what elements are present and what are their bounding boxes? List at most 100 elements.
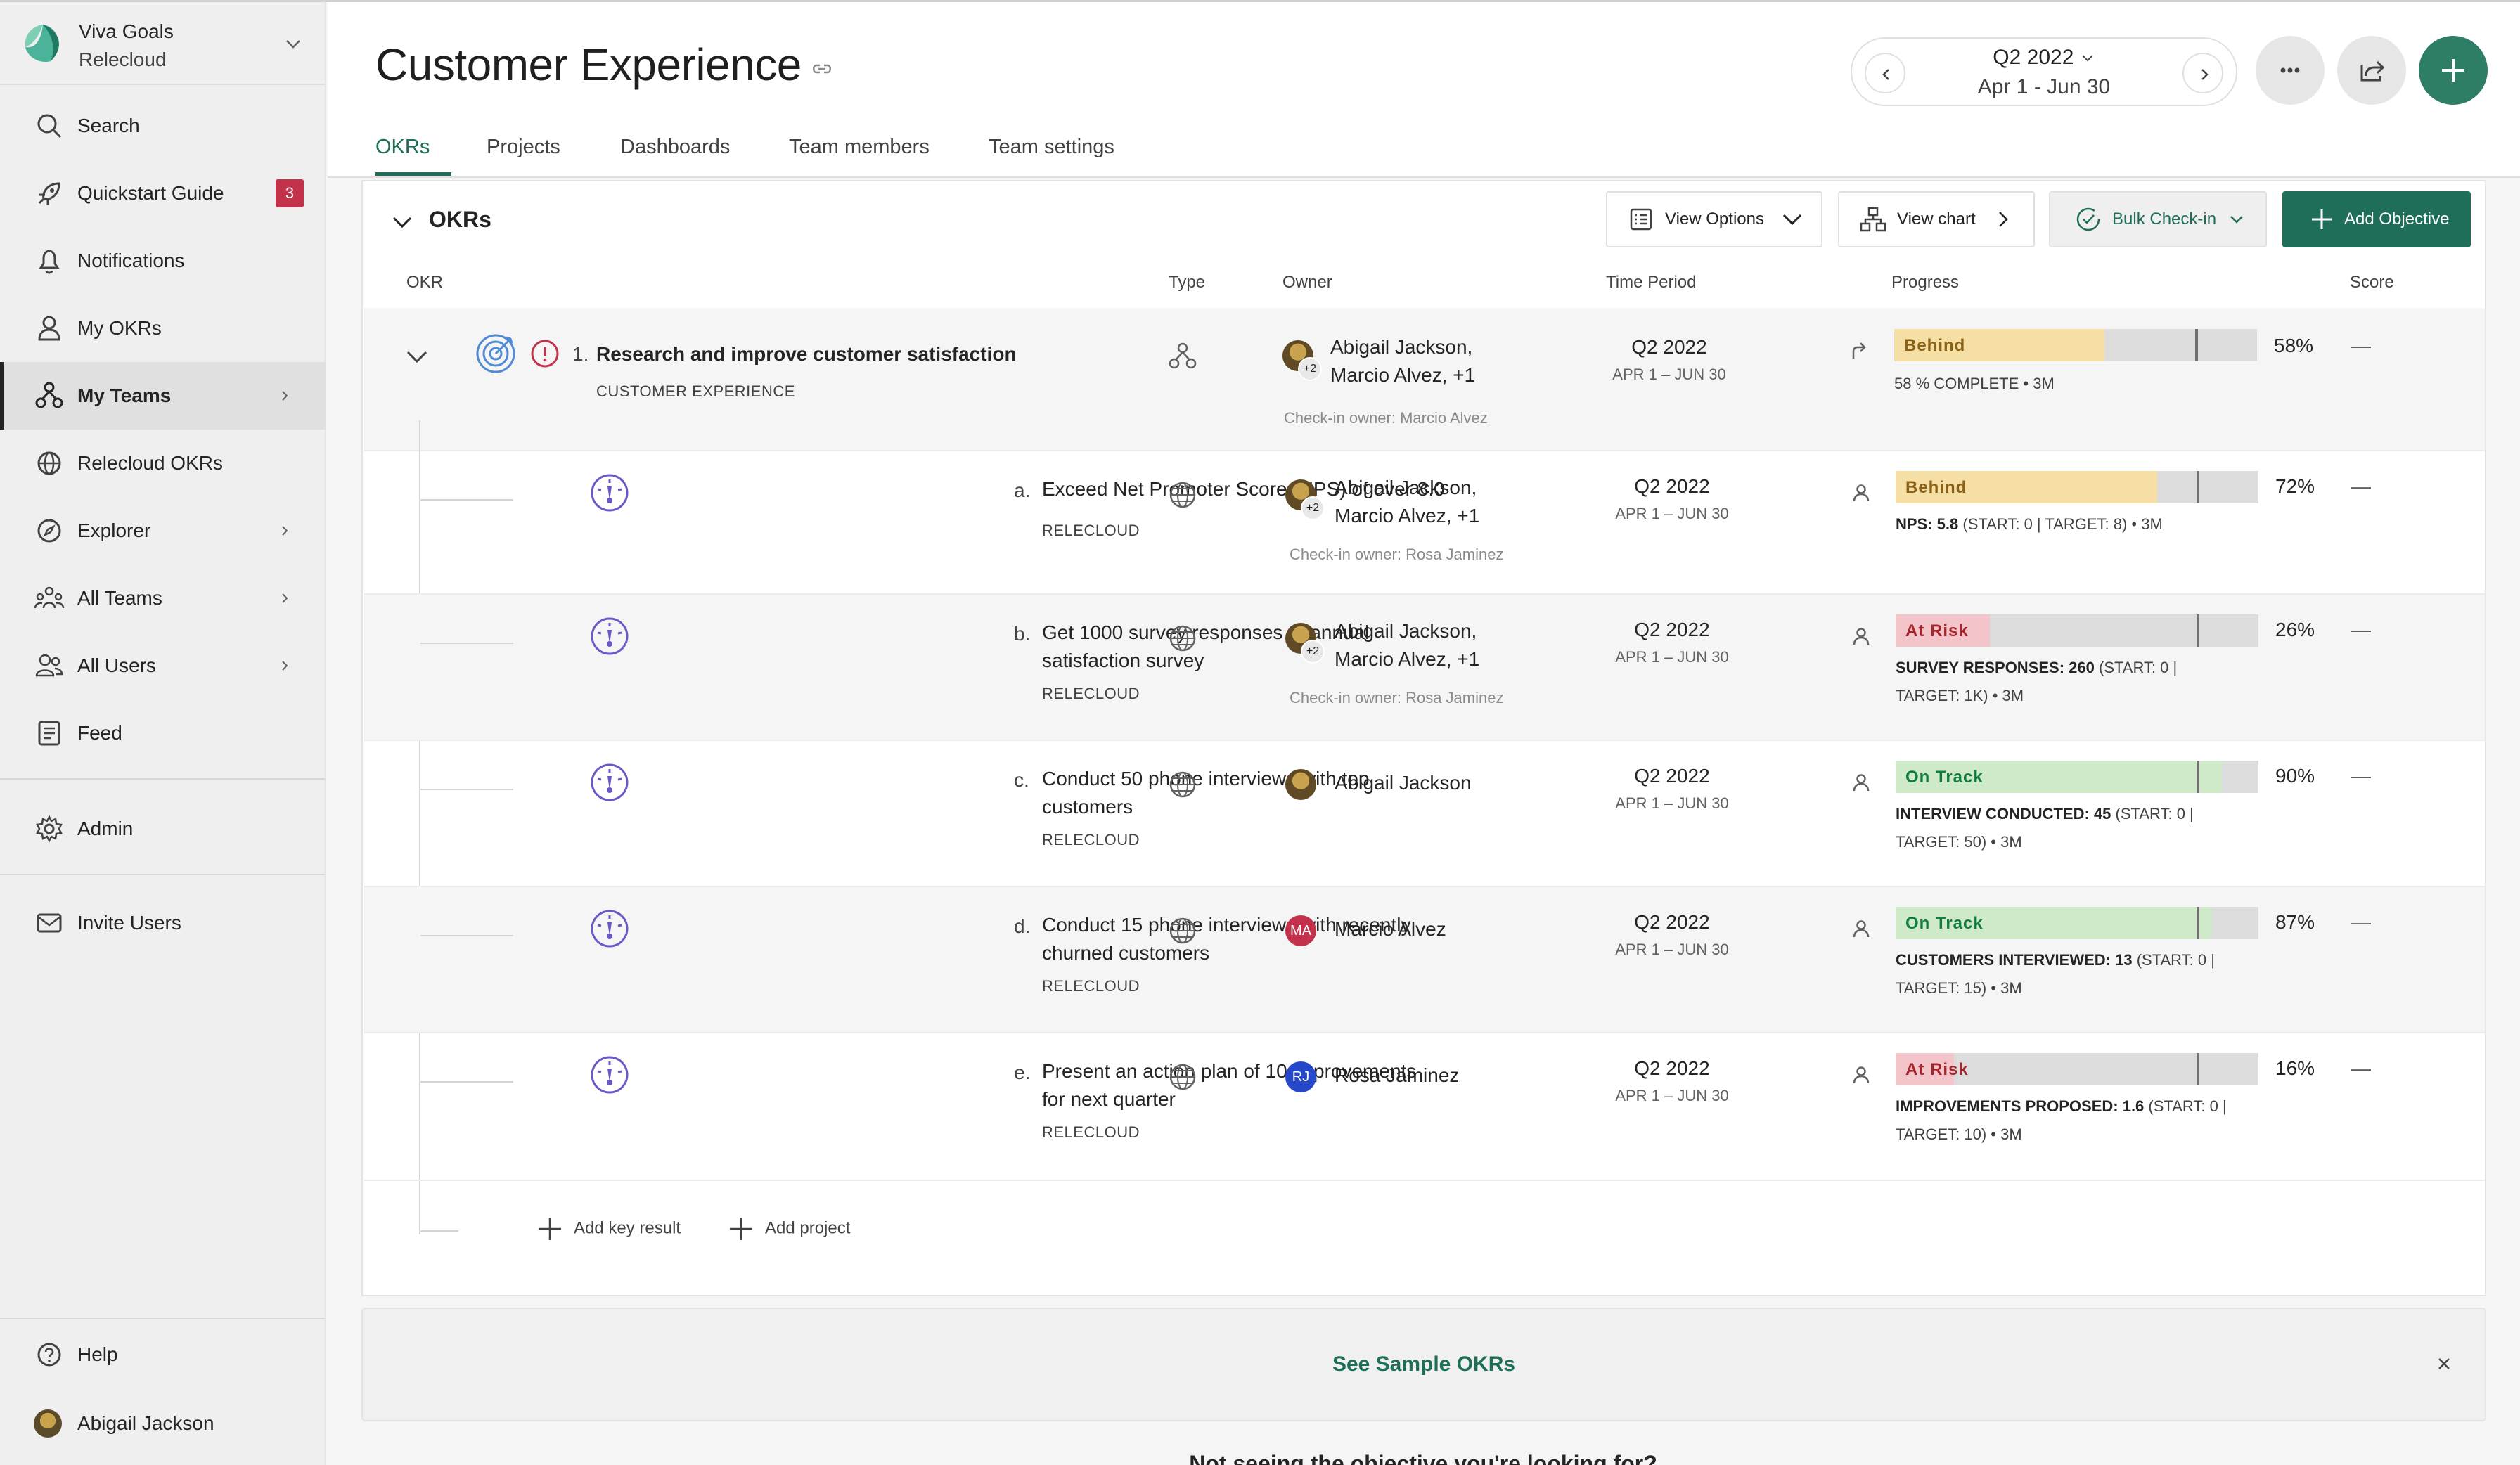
key-result-row[interactable]: b. Get 1000 survey responses to annual sat…	[364, 595, 2485, 741]
link-icon[interactable]	[810, 57, 834, 81]
progress-bar[interactable]: On Track	[1896, 761, 2258, 793]
list-options-icon	[1630, 208, 1652, 231]
notification-count-badge: 3	[276, 179, 304, 207]
owner-name[interactable]: Marcio Alvez	[1335, 915, 1446, 943]
progress-bar[interactable]: At Risk	[1896, 614, 2258, 647]
sidebar-item-feed[interactable]: Feed	[0, 699, 325, 767]
key-result-row[interactable]: c. Conduct 50 phone interviews with top cu…	[364, 741, 2485, 887]
sidebar-item-my-okrs[interactable]: My OKRs	[0, 295, 325, 362]
sidebar-item-help[interactable]: Help	[0, 1321, 325, 1388]
progress-bar[interactable]: On Track	[1896, 907, 2258, 939]
owner-name[interactable]: Abigail Jackson,	[1330, 333, 1472, 361]
tab-projects[interactable]: Projects	[487, 136, 560, 159]
key-result-team[interactable]: RELECLOUD	[1042, 1123, 1140, 1142]
key-result-title[interactable]: Conduct 50 phone interviews with top	[1042, 765, 1369, 793]
progress-bar[interactable]: At Risk	[1896, 1053, 2258, 1085]
see-sample-okrs-link[interactable]: See Sample OKRs	[363, 1353, 2485, 1376]
next-period-button[interactable]	[2182, 53, 2223, 93]
progress-detail: NPS: 5.8 (START: 0 | TARGET: 8) • 3M	[1896, 510, 2163, 538]
score-value[interactable]: —	[2351, 475, 2371, 498]
sidebar-item-my-teams[interactable]: My Teams	[0, 362, 325, 430]
sidebar-item-user-profile[interactable]: Abigail Jackson	[0, 1390, 325, 1457]
sidebar-item-all-teams[interactable]: All Teams	[0, 564, 325, 632]
progress-detail-text: (START: 0 |	[2144, 1097, 2227, 1115]
key-result-team[interactable]: RELECLOUD	[1042, 831, 1140, 849]
chevron-down-icon	[2230, 216, 2243, 224]
column-header-owner: Owner	[1282, 273, 1332, 292]
tab-team-members[interactable]: Team members	[789, 136, 930, 159]
person-icon	[1853, 1066, 1870, 1084]
progress-bar[interactable]: Behind	[1896, 471, 2258, 503]
time-period-quarter: Q2 2022	[1634, 765, 1710, 787]
time-period-selector[interactable]: Q2 2022 Apr 1 - Jun 30	[1851, 37, 2237, 106]
owner-name[interactable]: Rosa Jaminez	[1335, 1061, 1459, 1090]
sidebar-item-all-users[interactable]: All Users	[0, 632, 325, 699]
owner-name[interactable]: Abigail Jackson,	[1335, 474, 1477, 502]
collapse-section-icon[interactable]	[390, 209, 415, 235]
sidebar-item-notifications[interactable]: Notifications	[0, 227, 325, 295]
key-result-row[interactable]: e. Present an action plan of 10 improveme…	[364, 1033, 2485, 1181]
key-result-team[interactable]: RELECLOUD	[1042, 977, 1140, 995]
sidebar-item-admin[interactable]: Admin	[0, 795, 325, 863]
owner-name-continued[interactable]: Marcio Alvez, +1	[1335, 645, 1479, 673]
key-result-gauge-icon	[591, 1056, 629, 1094]
time-period-quarter: Q2 2022	[1634, 911, 1710, 933]
objective-team[interactable]: CUSTOMER EXPERIENCE	[596, 382, 795, 401]
key-result-row[interactable]: d. Conduct 15 phone interviews with recen…	[364, 887, 2485, 1033]
tab-okrs[interactable]: OKRs	[375, 136, 430, 159]
tab-team-settings[interactable]: Team settings	[989, 136, 1114, 159]
objective-title[interactable]: Research and improve customer satisfacti…	[596, 340, 1017, 368]
share-arrow-icon[interactable]	[1848, 340, 1869, 361]
score-value[interactable]: —	[2351, 911, 2371, 934]
app-switcher[interactable]: Viva Goals Relecloud	[0, 2, 325, 85]
objective-row[interactable]: 1. Research and improve customer satisfa…	[364, 308, 2485, 451]
add-key-result-button[interactable]: Add key result	[536, 1215, 681, 1243]
sidebar-item-relecloud-okrs[interactable]: Relecloud OKRs	[0, 430, 325, 497]
view-chart-button[interactable]: View chart	[1838, 191, 2035, 247]
score-value[interactable]: —	[2351, 619, 2371, 641]
sidebar-divider	[0, 1318, 325, 1319]
add-button[interactable]	[2419, 36, 2488, 105]
key-result-row[interactable]: a. Exceed Net Promoter Score (NPS) of ove…	[364, 451, 2485, 595]
progress-percent: 16%	[2275, 1057, 2315, 1079]
bulk-checkin-button[interactable]: Bulk Check-in	[2049, 191, 2267, 247]
progress-percent: 26%	[2275, 619, 2315, 640]
score-value[interactable]: —	[2351, 1057, 2371, 1080]
progress-bar[interactable]: Behind	[1894, 329, 2257, 361]
sidebar-item-explorer[interactable]: Explorer	[0, 497, 325, 564]
score-value[interactable]: —	[2351, 335, 2371, 357]
chevron-down-icon[interactable]	[283, 33, 304, 54]
owner-name-continued[interactable]: Marcio Alvez, +1	[1335, 502, 1479, 530]
owner-name[interactable]: Abigail Jackson	[1335, 769, 1472, 797]
app-name: Viva Goals	[79, 20, 174, 42]
key-result-gauge-icon	[591, 910, 629, 948]
add-project-button[interactable]: Add project	[727, 1215, 850, 1243]
progress-detail-text: (START: 0 |	[2111, 805, 2194, 822]
time-period-range: APR 1 – JUN 30	[1615, 1087, 1729, 1104]
time-period-range: APR 1 – JUN 30	[1615, 505, 1729, 522]
owner-name[interactable]: Abigail Jackson,	[1335, 617, 1477, 645]
key-result-team[interactable]: RELECLOUD	[1042, 522, 1140, 540]
tab-dashboards[interactable]: Dashboards	[620, 136, 730, 159]
chevron-down-icon[interactable]	[404, 343, 430, 370]
more-options-button[interactable]	[2256, 36, 2325, 105]
close-icon[interactable]	[2434, 1354, 2454, 1374]
key-result-title-continued[interactable]: customers	[1042, 793, 1133, 821]
add-project-label: Add project	[765, 1218, 851, 1238]
share-button[interactable]	[2337, 36, 2406, 105]
progress-detail: IMPROVEMENTS PROPOSED: 1.6 (START: 0 |	[1896, 1092, 2227, 1121]
period-quarter[interactable]: Q2 2022	[1852, 46, 2236, 70]
sidebar-item-invite-users[interactable]: Invite Users	[0, 889, 325, 957]
score-value[interactable]: —	[2351, 765, 2371, 787]
team-hierarchy-icon	[35, 382, 63, 408]
sidebar-item-quickstart-guide[interactable]: Quickstart Guide 3	[0, 160, 325, 227]
bell-icon	[39, 250, 60, 274]
owner-name-continued[interactable]: Marcio Alvez, +1	[1330, 361, 1475, 389]
alert-icon[interactable]	[530, 339, 560, 368]
key-result-team[interactable]: RELECLOUD	[1042, 685, 1140, 703]
view-options-button[interactable]: View Options	[1606, 191, 1822, 247]
key-result-title-continued[interactable]: for next quarter	[1042, 1085, 1176, 1114]
add-objective-button[interactable]: Add Objective	[2282, 191, 2471, 247]
sidebar-item-search[interactable]: Search	[0, 92, 325, 160]
key-result-index: e.	[1014, 1061, 1031, 1083]
